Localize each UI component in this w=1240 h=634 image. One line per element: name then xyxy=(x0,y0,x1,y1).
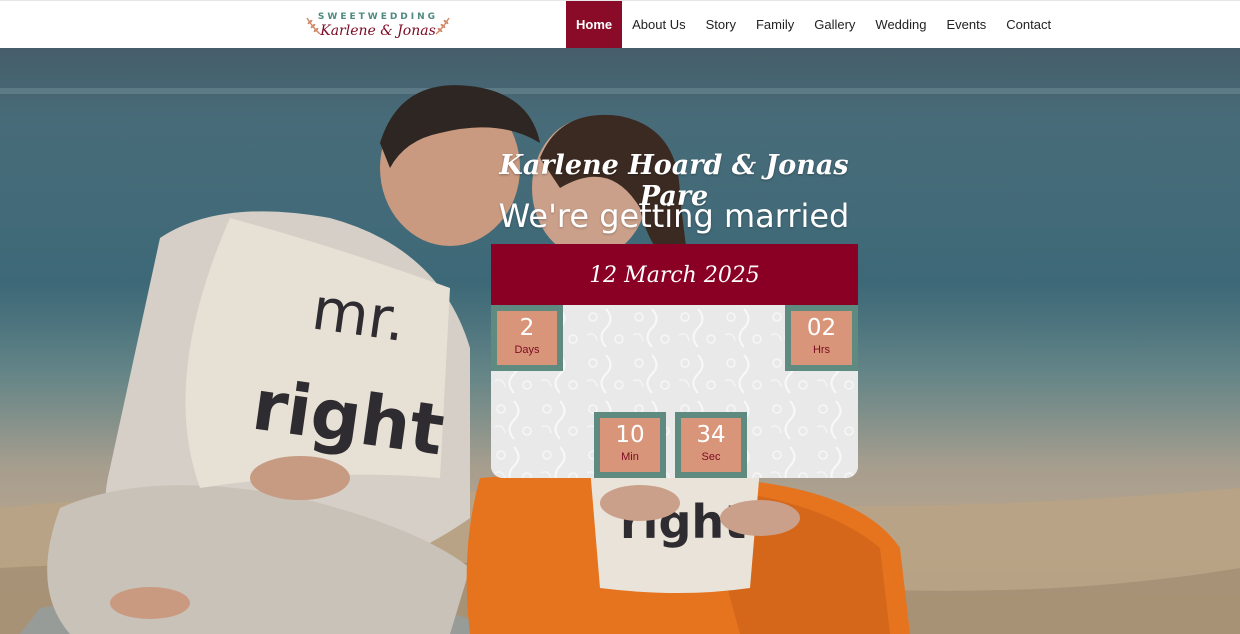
days-value: 2 xyxy=(519,315,535,341)
hero-section: mr. right right Karlene Hoard & Jonas Pa… xyxy=(0,48,1240,634)
countdown-card: 12 March 2025 2 Days 02 Hrs 10 Min 34 Se… xyxy=(491,244,858,478)
pillow-text: mr. xyxy=(308,275,410,355)
countdown-days: 2 Days xyxy=(491,305,563,371)
days-label: Days xyxy=(514,344,540,356)
wheat-branch-icon xyxy=(306,17,321,35)
nav-events[interactable]: Events xyxy=(937,1,997,48)
nav-home[interactable]: Home xyxy=(566,1,623,48)
main-nav: Home About Us Story Family Gallery Weddi… xyxy=(566,1,1061,49)
nav-family[interactable]: Family xyxy=(746,1,804,48)
minutes-value: 10 xyxy=(615,422,645,448)
logo-names: Karlene & Jonas xyxy=(320,23,436,39)
hours-value: 02 xyxy=(806,315,837,341)
nav-gallery[interactable]: Gallery xyxy=(804,1,865,48)
hours-label: Hrs xyxy=(812,344,831,356)
wheat-branch-icon xyxy=(435,17,450,35)
seconds-value: 34 xyxy=(696,422,726,448)
minutes-label: Min xyxy=(621,451,639,463)
nav-story[interactable]: Story xyxy=(696,1,746,48)
nav-wedding[interactable]: Wedding xyxy=(865,1,936,48)
countdown-minutes: 10 Min xyxy=(594,412,666,478)
tagline: We're getting married xyxy=(498,197,850,235)
countdown-seconds: 34 Sec xyxy=(675,412,747,478)
wedding-date: 12 March 2025 xyxy=(491,244,858,305)
logo-tagline: SWEETWEDDING xyxy=(317,12,439,22)
nav-contact[interactable]: Contact xyxy=(996,1,1061,48)
nav-about-us[interactable]: About Us xyxy=(622,1,695,48)
seconds-label: Sec xyxy=(701,451,721,463)
countdown-hours: 02 Hrs xyxy=(785,305,858,371)
top-navbar: SWEETWEDDING Karlene & Jonas Home About … xyxy=(0,0,1240,48)
site-logo[interactable]: SWEETWEDDING Karlene & Jonas xyxy=(304,11,452,41)
